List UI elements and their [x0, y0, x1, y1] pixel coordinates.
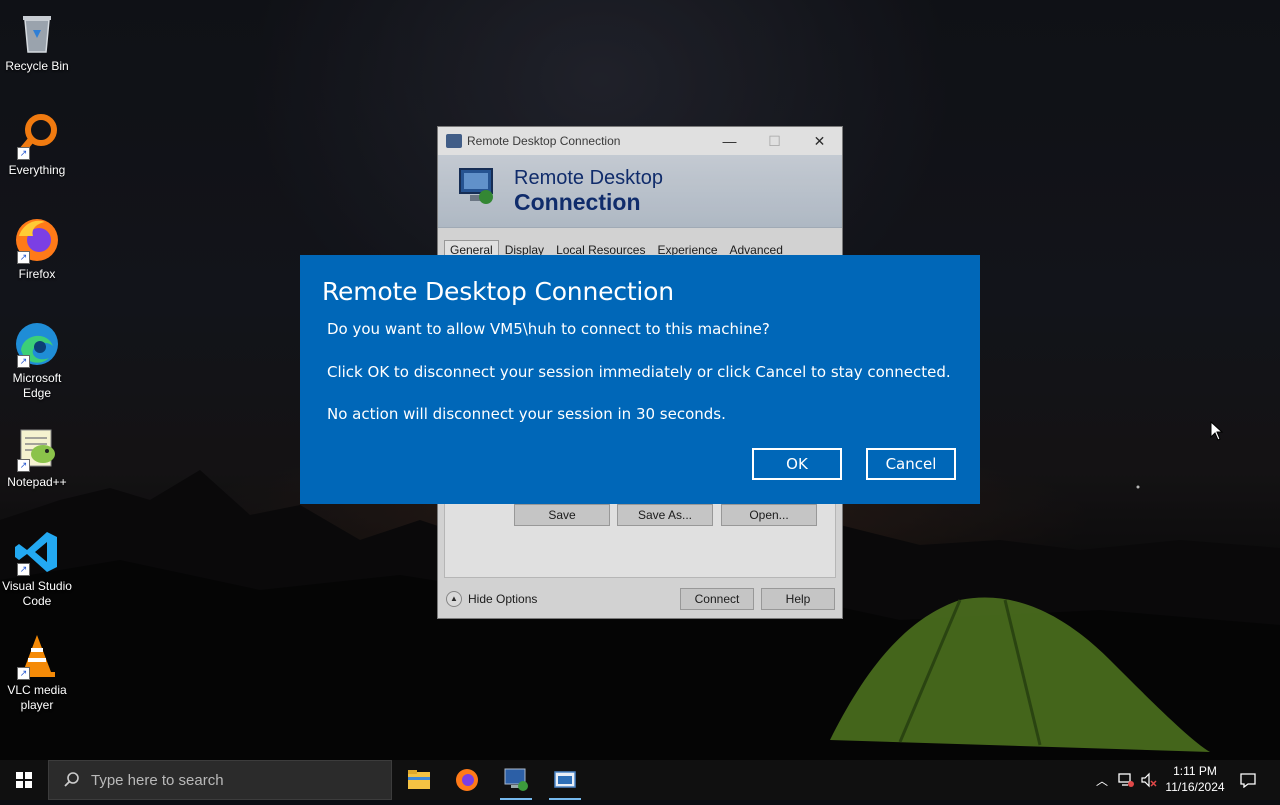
vlc-icon: ↗: [13, 632, 61, 680]
speaker-muted-icon: [1141, 772, 1157, 788]
vscode-icon: ↗: [13, 528, 61, 576]
shortcut-arrow-icon: ↗: [17, 355, 30, 368]
clock-time: 1:11 PM: [1173, 764, 1217, 778]
desktop-icon-label: VLC media player: [7, 683, 67, 712]
shortcut-arrow-icon: ↗: [17, 147, 30, 160]
taskbar-clock[interactable]: 1:11 PM 11/16/2024: [1158, 763, 1232, 795]
taskbar: Type here to search ︿ 1:11 PM 11/16/2024: [0, 760, 1280, 800]
notepadpp-icon: ↗: [13, 424, 61, 472]
desktop-icon-everything[interactable]: ↗ Everything: [0, 112, 74, 178]
desktop-icon-label: Everything: [8, 163, 66, 177]
desktop-icon-label: Recycle Bin: [5, 59, 69, 73]
desktop-icon-label: Microsoft Edge: [12, 371, 62, 400]
cancel-button[interactable]: Cancel: [866, 448, 956, 480]
edge-icon: ↗: [13, 320, 61, 368]
remote-desktop-icon: [504, 768, 528, 791]
start-button[interactable]: [0, 760, 48, 800]
desktop-icon-label: Firefox: [18, 267, 56, 281]
recycle-bin-icon: [13, 8, 61, 56]
search-placeholder: Type here to search: [91, 771, 224, 789]
disconnect-prompt-dialog: Remote Desktop Connection Do you want to…: [300, 255, 980, 504]
desktop-icon-edge[interactable]: ↗ Microsoft Edge: [0, 320, 74, 401]
window-app-icon: [554, 771, 576, 788]
prompt-instruction: Click OK to disconnect your session imme…: [327, 363, 951, 381]
prompt-question: Do you want to allow VM5\huh to connect …: [327, 320, 770, 338]
action-center-button[interactable]: [1234, 760, 1262, 800]
firefox-icon: ↗: [13, 216, 61, 264]
ok-button[interactable]: OK: [752, 448, 842, 480]
everything-search-icon: ↗: [13, 112, 61, 160]
windows-logo-icon: [16, 772, 32, 788]
desktop-icon-firefox[interactable]: ↗ Firefox: [0, 216, 74, 282]
desktop-icon-label: Notepad++: [7, 475, 67, 489]
prompt-title: Remote Desktop Connection: [322, 277, 674, 306]
search-icon: [64, 772, 79, 787]
file-explorer-icon: [408, 770, 430, 789]
desktop-icon-notepadpp[interactable]: ↗ Notepad++: [0, 424, 74, 490]
desktop-icon-vscode[interactable]: ↗ Visual Studio Code: [0, 528, 74, 609]
clock-date: 11/16/2024: [1165, 780, 1225, 794]
desktop-icon-vlc[interactable]: ↗ VLC media player: [0, 632, 74, 713]
firefox-icon: [456, 769, 478, 791]
network-disconnected-icon: [1118, 773, 1134, 787]
shortcut-arrow-icon: ↗: [17, 251, 30, 264]
show-hidden-icons-chevron-up-icon[interactable]: ︿: [1092, 760, 1112, 800]
taskbar-file-explorer[interactable]: [395, 760, 443, 800]
desktop-icon-recycle-bin[interactable]: Recycle Bin: [0, 8, 74, 74]
prompt-timeout-notice: No action will disconnect your session i…: [327, 405, 726, 423]
shortcut-arrow-icon: ↗: [17, 459, 30, 472]
shortcut-arrow-icon: ↗: [17, 563, 30, 576]
volume-icon[interactable]: [1138, 760, 1160, 800]
desktop-icon-label: Visual Studio Code: [2, 579, 72, 608]
shortcut-arrow-icon: ↗: [17, 667, 30, 680]
network-icon[interactable]: [1114, 760, 1138, 800]
taskbar-window-app[interactable]: [541, 760, 589, 800]
taskbar-remote-desktop[interactable]: [492, 760, 540, 800]
mouse-cursor-icon: [1210, 421, 1224, 441]
taskbar-firefox[interactable]: [443, 760, 491, 800]
notification-icon: [1240, 773, 1256, 788]
taskbar-search-box[interactable]: Type here to search: [48, 760, 392, 800]
